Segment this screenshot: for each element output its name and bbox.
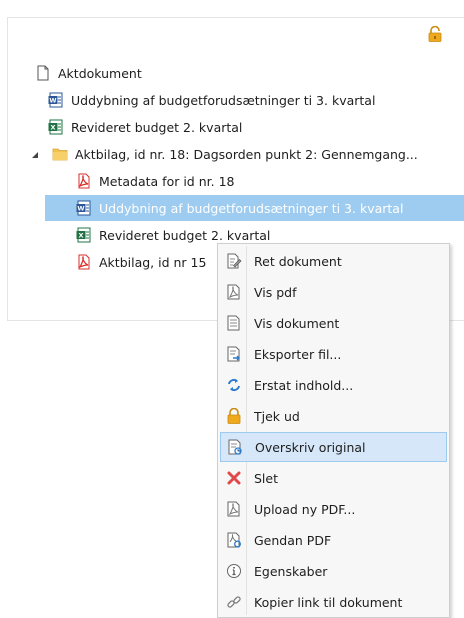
menu-item-label: Upload ny PDF...	[254, 501, 356, 517]
pdf-outline-icon	[226, 284, 242, 300]
context-menu: Ret dokument Vis pdf Vis dokument Ekspor…	[217, 243, 450, 618]
svg-text:W: W	[77, 205, 84, 213]
svg-text:W: W	[49, 97, 56, 105]
svg-text:X: X	[78, 232, 83, 240]
pdf-document-icon	[76, 254, 92, 270]
menu-item-label: Vis pdf	[254, 284, 297, 300]
tree-item-pdf-metadata[interactable]: Metadata for id nr. 18	[8, 168, 464, 194]
folder-icon	[52, 146, 68, 162]
excel-document-icon: X	[48, 119, 64, 135]
menu-item-label: Erstat indhold...	[254, 377, 354, 393]
edit-document-icon	[226, 253, 242, 269]
menu-item-label: Vis dokument	[254, 315, 340, 331]
menu-item-label: Gendan PDF	[254, 532, 332, 548]
menu-item-kopier-link[interactable]: Kopier link til dokument	[220, 587, 447, 617]
export-file-icon	[226, 346, 242, 362]
view-document-icon	[226, 315, 242, 331]
tree-item-folder-aktbilag-18[interactable]: Aktbilag, id nr. 18: Dagsorden punkt 2: …	[8, 141, 464, 167]
menu-item-eksporter-fil[interactable]: Eksporter fil...	[220, 339, 447, 369]
link-icon	[226, 594, 242, 610]
menu-item-label: Egenskaber	[254, 563, 328, 579]
menu-item-tjek-ud[interactable]: Tjek ud	[220, 401, 447, 431]
tree-item-excel-document[interactable]: X Revideret budget 2. kvartal	[8, 114, 464, 140]
menu-item-gendan-pdf[interactable]: Gendan PDF	[220, 525, 447, 555]
tree-item-aktdokument[interactable]: Aktdokument	[8, 60, 464, 86]
menu-item-label: Overskriv original	[255, 439, 366, 455]
menu-item-slet[interactable]: Slet	[220, 463, 447, 493]
tree-item-label: Metadata for id nr. 18	[99, 173, 235, 189]
tree-item-label: Aktbilag, id nr 15	[99, 254, 207, 270]
menu-item-egenskaber[interactable]: Egenskaber	[220, 556, 447, 586]
delete-x-icon	[226, 470, 242, 486]
menu-item-label: Slet	[254, 470, 278, 486]
svg-text:X: X	[50, 124, 55, 132]
blank-document-icon	[35, 65, 51, 81]
tree-item-label: Aktdokument	[58, 65, 142, 81]
menu-item-label: Kopier link til dokument	[254, 594, 403, 610]
restore-pdf-icon	[226, 532, 242, 548]
tree-item-label: Uddybning af budgetforudsætninger ti 3. …	[71, 92, 376, 108]
menu-item-label: Ret dokument	[254, 253, 342, 269]
menu-item-ret-dokument[interactable]: Ret dokument	[220, 246, 447, 276]
tree-item-label: Aktbilag, id nr. 18: Dagsorden punkt 2: …	[75, 146, 418, 162]
menu-item-upload-ny-pdf[interactable]: Upload ny PDF...	[220, 494, 447, 524]
menu-item-erstat-indhold[interactable]: Erstat indhold...	[220, 370, 447, 400]
tree-item-label: Revideret budget 2. kvartal	[71, 119, 243, 135]
collapse-triangle-icon[interactable]	[30, 150, 40, 160]
tree-item-label: Uddybning af budgetforudsætninger ti 3. …	[99, 200, 404, 216]
menu-item-vis-dokument[interactable]: Vis dokument	[220, 308, 447, 338]
menu-item-label: Tjek ud	[254, 408, 300, 424]
pdf-document-icon	[76, 173, 92, 189]
upload-pdf-icon	[226, 501, 242, 517]
menu-item-label: Eksporter fil...	[254, 346, 342, 362]
info-icon	[226, 563, 242, 579]
excel-document-icon: X	[76, 227, 92, 243]
replace-content-icon	[226, 377, 242, 393]
overwrite-original-icon	[227, 439, 243, 455]
checkout-lock-icon	[226, 408, 242, 424]
tree-item-word-document[interactable]: W Uddybning af budgetforudsætninger ti 3…	[8, 87, 464, 113]
tree-item-word-document-selected[interactable]: W Uddybning af budgetforudsætninger ti 3…	[45, 195, 464, 221]
menu-item-vis-pdf[interactable]: Vis pdf	[220, 277, 447, 307]
word-document-icon: W	[76, 200, 92, 216]
padlock-open-icon[interactable]	[428, 26, 442, 42]
menu-item-overskriv-original[interactable]: Overskriv original	[220, 432, 447, 462]
word-document-icon: W	[48, 92, 64, 108]
tree-item-label: Revideret budget 2. kvartal	[99, 227, 271, 243]
